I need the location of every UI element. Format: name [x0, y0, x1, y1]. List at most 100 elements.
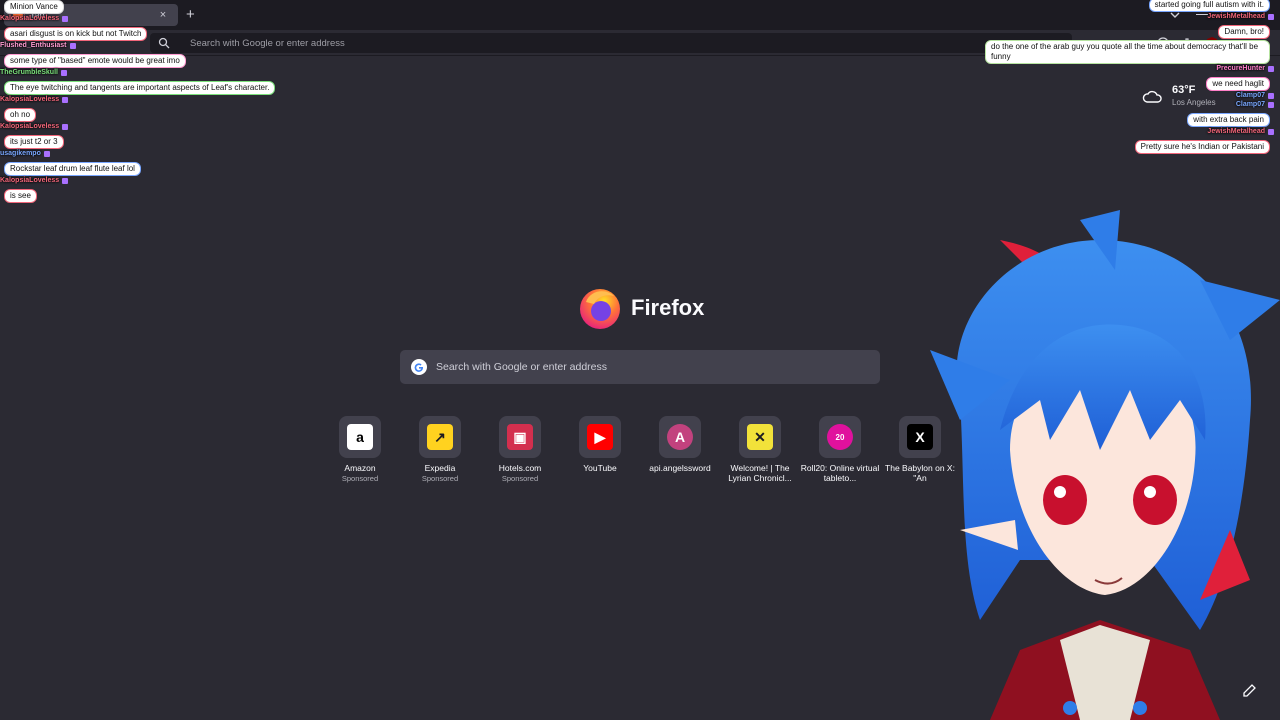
chat-message: KalopsiaLoveless is see	[0, 177, 300, 203]
vtuber-avatar	[930, 210, 1280, 720]
top-site-7[interactable]: 20 Roll20: Online virtual tableto...	[800, 416, 880, 484]
chat-message: Minion Vance	[0, 0, 300, 14]
chat-username-text: JewishMetalhead	[1207, 128, 1265, 135]
letter-a-icon: A	[667, 424, 693, 450]
chat-username: KalopsiaLoveless	[0, 96, 300, 104]
top-sites: a Amazon Sponsored ↗ Expedia Sponsored ▣ Hotels…	[320, 416, 960, 506]
subscriber-badge-icon	[62, 16, 69, 22]
top-site-tile[interactable]: 20	[819, 416, 861, 458]
brand-name: Firefox	[631, 295, 705, 320]
top-site-tile[interactable]: ▶	[579, 416, 621, 458]
chat-username-text: Flushed_Enthusiast	[0, 42, 67, 49]
chat-message: JewishMetalhead Damn, bro!	[974, 13, 1274, 39]
subscriber-badge-icon	[62, 178, 69, 184]
firefox-logo-icon	[580, 289, 620, 329]
subscriber-badge-icon	[62, 124, 69, 130]
top-site-tile[interactable]: a	[339, 416, 381, 458]
chat-message: started going full autism with it.	[974, 0, 1274, 12]
top-site-tile[interactable]: ▣	[499, 416, 541, 458]
chat-overlay-right: started going full autism with it. Jewish…	[974, 0, 1274, 155]
chat-username-text: KalopsiaLoveless	[0, 15, 60, 22]
chat-username: Flushed_Enthusiast	[0, 42, 300, 50]
chat-message: JewishMetalhead Pretty sure he's Indian o…	[974, 128, 1274, 154]
chat-username: usagikempo	[0, 150, 300, 158]
chat-message: Clamp07	[974, 92, 1274, 100]
top-site-label: YouTube	[583, 463, 617, 473]
top-site-label: Hotels.com	[498, 463, 542, 473]
chat-bubble: Rockstar leaf drum leaf flute leaf lol	[4, 162, 141, 176]
top-site-tile[interactable]: ↗	[419, 416, 461, 458]
chat-bubble: Pretty sure he's Indian or Pakistani	[1134, 140, 1270, 154]
hotels-icon: ▣	[507, 424, 533, 450]
top-site-1[interactable]: a Amazon Sponsored	[320, 416, 400, 483]
main-search-input[interactable]: Search with Google or enter address	[400, 350, 880, 384]
top-site-label: Amazon	[344, 463, 376, 473]
chat-username-text: usagikempo	[0, 150, 41, 157]
chat-username-text: PrecureHunter	[1216, 65, 1265, 72]
chat-username: Clamp07	[974, 101, 1274, 109]
chat-bubble: do the one of the arab guy you quote all…	[985, 40, 1270, 64]
chat-message: PrecureHunter we need haglit	[974, 65, 1274, 91]
chat-username-text: JewishMetalhead	[1207, 13, 1265, 20]
chat-username: JewishMetalhead	[974, 13, 1274, 21]
subscriber-badge-icon	[60, 70, 67, 76]
pencil-edit-icon[interactable]	[1240, 682, 1258, 700]
chat-username: KalopsiaLoveless	[0, 15, 300, 23]
chat-username: Clamp07	[974, 92, 1274, 100]
top-site-2[interactable]: ↗ Expedia Sponsored	[400, 416, 480, 483]
chat-bubble: Damn, bro!	[1218, 25, 1270, 39]
chat-username-text: KalopsiaLoveless	[0, 177, 60, 184]
top-site-label: Expedia	[424, 463, 456, 473]
chat-bubble: oh no	[4, 108, 37, 122]
top-site-3[interactable]: ▣ Hotels.com Sponsored	[480, 416, 560, 483]
lyrian-icon: ✕	[747, 424, 773, 450]
chat-username: JewishMetalhead	[974, 128, 1274, 136]
google-icon	[411, 359, 427, 375]
top-site-6[interactable]: ✕ Welcome! | The Lyrian Chronicl...	[720, 416, 800, 484]
subscriber-badge-icon	[1268, 129, 1274, 135]
main-search-placeholder: Search with Google or enter address	[436, 361, 608, 373]
chat-bubble: with extra back pain	[1187, 113, 1270, 127]
chat-message: TheGrumbleSkull The eye twitching and tan…	[0, 69, 300, 95]
chat-message: KalopsiaLoveless asari disgust is on kick…	[0, 15, 300, 41]
chat-bubble: started going full autism with it.	[1148, 0, 1270, 12]
chat-username-text: Clamp07	[1235, 92, 1265, 99]
top-site-4[interactable]: ▶ YouTube	[560, 416, 640, 474]
chat-username-text: KalopsiaLoveless	[0, 123, 60, 130]
top-site-tile[interactable]: A	[659, 416, 701, 458]
top-site-label: api.angelssword	[649, 463, 711, 473]
subscriber-badge-icon	[1268, 102, 1274, 108]
subscriber-badge-icon	[1268, 93, 1274, 99]
chat-message: usagikempo Rockstar leaf drum leaf flute …	[0, 150, 300, 176]
chat-message: KalopsiaLoveless its just t2 or 3	[0, 123, 300, 149]
top-site-tile[interactable]: ✕	[739, 416, 781, 458]
chat-message: Clamp07 with extra back pain	[974, 101, 1274, 127]
chat-username: PrecureHunter	[974, 65, 1274, 73]
chat-bubble: we need haglit	[1206, 77, 1270, 91]
firefox-brand: Firefox	[578, 286, 704, 330]
chat-bubble: The eye twitching and tangents are impor…	[4, 81, 276, 95]
chat-username: KalopsiaLoveless	[0, 123, 300, 131]
subscriber-badge-icon	[1268, 66, 1274, 72]
top-site-5[interactable]: Aapi.angelssword	[640, 416, 720, 474]
chat-bubble: Minion Vance	[4, 0, 64, 14]
top-site-label: Roll20: Online virtual tableto...	[800, 463, 880, 483]
subscriber-badge-icon	[1268, 14, 1274, 20]
subscriber-badge-icon	[62, 97, 69, 103]
chat-bubble: asari disgust is on kick but not Twitch	[4, 27, 148, 41]
chat-message: KalopsiaLoveless oh no	[0, 96, 300, 122]
chat-message: do the one of the arab guy you quote all…	[974, 40, 1274, 64]
chat-username-text: Clamp07	[1235, 101, 1265, 108]
chat-bubble: its just t2 or 3	[4, 135, 64, 149]
chat-username: KalopsiaLoveless	[0, 177, 300, 185]
sponsored-label: Sponsored	[421, 474, 459, 483]
subscriber-badge-icon	[69, 43, 76, 49]
sponsored-label: Sponsored	[341, 474, 379, 483]
roll20-icon: 20	[827, 424, 853, 450]
chat-message: Flushed_Enthusiast some type of "based" e…	[0, 42, 300, 68]
sponsored-label: Sponsored	[501, 474, 539, 483]
chat-username: TheGrumbleSkull	[0, 69, 300, 77]
expedia-icon: ↗	[427, 424, 453, 450]
chat-username-text: KalopsiaLoveless	[0, 96, 60, 103]
top-site-label: Welcome! | The Lyrian Chronicl...	[728, 463, 792, 483]
